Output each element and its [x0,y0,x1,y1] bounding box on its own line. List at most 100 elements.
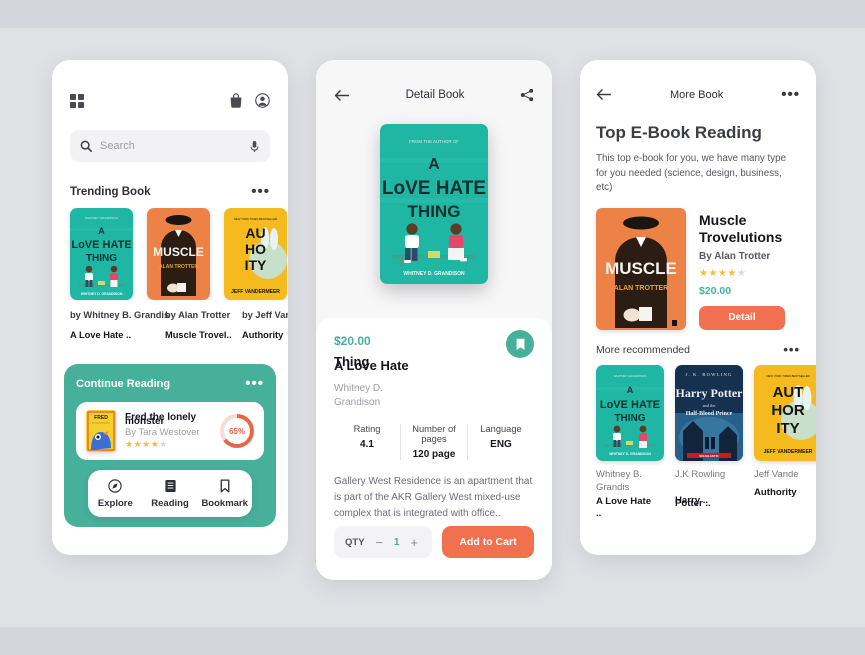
svg-text:AUT: AUT [773,384,804,401]
book-cover-a-love-hate-thing: WHITNEY GRANDISON A LoVE HATE THING WHITNEY … [70,208,133,300]
qty-decrement-button[interactable]: − [372,535,386,550]
search-icon [80,140,92,152]
book-author: Jeff Vande [754,468,799,480]
continue-reading-book-row[interactable]: FRED the lonely monster Fred the lonely m… [76,402,264,460]
phone-screen-more-book: More Book ••• Top E-Book Reading This to… [580,60,816,555]
recommended-title: More recommended [596,343,690,356]
home-topbar [52,60,288,108]
share-icon[interactable] [520,88,534,102]
featured-book-card[interactable]: MUSCLE ALAN TROTTER Muscle Trovelutions B… [596,207,800,330]
detail-title: Detail Book [405,89,465,101]
svg-text:NEW YORK TIMES BESTSELLER: NEW YORK TIMES BESTSELLER [234,217,277,221]
more-horizontal-icon[interactable]: ••• [783,343,800,356]
svg-text:ALAN TROTTER: ALAN TROTTER [614,285,668,292]
trending-label-3: by Jeff Van Authority [242,310,288,340]
featured-book-title: Muscle Trovelutions [699,211,783,245]
nav-item-explore[interactable]: Explore [88,479,143,509]
trending-labels: by Whitney B. Grandis A Love Hate .. by … [52,310,288,352]
author-line2: Grandison [334,397,381,408]
more-book-topbar: More Book ••• [580,60,816,102]
spec-language: Language ENG [467,424,534,460]
svg-text:A: A [627,385,634,395]
book-cover-authority: NEW YORK TIMES BESTSELLER AUT HOR ITY JEFF V… [754,364,816,461]
account-circle-icon[interactable] [255,93,270,108]
svg-text:AU: AU [245,225,265,241]
svg-text:WHITNEY D. GRANDISON: WHITNEY D. GRANDISON [81,292,123,296]
svg-text:SCHOLASTIC: SCHOLASTIC [699,454,719,458]
spec-key: Number of pages [412,424,456,444]
reading-progress-ring: 65% [220,414,254,448]
more-book-title: More Book [670,88,724,101]
spec-key: Language [480,424,522,434]
recommended-book-card[interactable]: NEW YORK TIMES BESTSELLER AUT HOR ITY JEFF V… [754,364,816,518]
book-author: by Jeff Van [242,310,288,320]
qty-label: QTY [345,536,365,548]
arrow-left-icon[interactable] [334,89,350,102]
detail-specs: Rating 4.1 Number of pages 120 page Lang… [334,424,534,460]
more-horizontal-icon[interactable]: ••• [251,184,270,199]
recommended-book-card[interactable]: J. K. ROWLING Harry Potter and the Half-Blo… [675,364,743,518]
quantity-stepper[interactable]: QTY − 1 + [334,526,432,558]
trending-title: Trending Book [70,186,151,198]
page-subtitle: This top e-book for you, we have many ty… [596,153,787,193]
shopping-bag-icon[interactable] [229,93,243,108]
trending-book-card[interactable]: WHITNEY GRANDISON A LoVE HATE THING WHITNEY … [70,208,133,300]
book-title-line2: Potter .. [675,497,711,509]
more-horizontal-icon[interactable]: ••• [245,376,264,391]
spec-rating: Rating 4.1 [334,424,400,460]
book-author: J.K Rowling [675,468,726,480]
svg-text:MUSCLE: MUSCLE [153,245,204,259]
svg-text:LoVE HATE: LoVE HATE [600,399,660,411]
svg-text:A: A [428,156,440,173]
svg-text:THING: THING [408,202,461,221]
nav-label: Explore [97,498,133,509]
recommended-book-list[interactable]: WHITNEY GRANDISON A LoVE HATE THING WHITNEY … [596,364,816,519]
bookmark-icon [515,338,526,351]
nav-label: Bookmark [201,498,248,509]
nav-item-reading[interactable]: Reading [143,479,198,509]
svg-text:THING: THING [86,253,117,264]
book-cover-muscle: MUSCLE ALAN TROTTER [596,207,686,330]
continue-reading-header: Continue Reading ••• [76,376,264,391]
book-title: Authority [242,330,284,340]
trending-book-card[interactable]: MUSCLE ALAN TROTTER [147,208,210,300]
svg-text:FROM THE AUTHOR OF: FROM THE AUTHOR OF [409,139,459,144]
phone-screen-detail: Detail Book FROM THE AUTHOR OF A LoVE HATE… [316,60,552,580]
book-title-line1: Authority [754,486,797,498]
book-cover-authority: NEW YORK TIMES BESTSELLER AU HO ITY JEFF VAN… [224,208,287,300]
arrow-left-icon[interactable] [596,88,612,101]
continue-reading-book-info: Fred the lonely monster By Tara Westover… [125,410,211,452]
svg-text:WHITNEY GRANDISON: WHITNEY GRANDISON [85,216,118,220]
detail-description: Gallery West Residence is an apartment t… [334,476,533,519]
svg-text:MUSCLE: MUSCLE [605,259,677,278]
svg-text:HOR: HOR [771,402,805,419]
qty-value: 1 [393,536,400,548]
trending-book-card[interactable]: NEW YORK TIMES BESTSELLER AU HO ITY JEFF VAN… [224,208,287,300]
detail-price: $20.00 [334,334,371,348]
book-author: By Tara Westover [125,427,200,438]
recommended-book-card[interactable]: WHITNEY GRANDISON A LoVE HATE THING WHITNEY … [596,364,664,519]
more-horizontal-icon[interactable]: ••• [781,87,800,102]
compass-icon [108,479,123,493]
book-cover-a-love-hate-thing[interactable]: FROM THE AUTHOR OF A LoVE HATE THING WHITNEY… [380,124,488,284]
trending-book-list[interactable]: WHITNEY GRANDISON A LoVE HATE THING WHITNEY … [52,208,288,300]
continue-reading-card: Continue Reading ••• FRED the lonely mons… [64,364,276,527]
featured-book-price: $20.00 [699,284,732,297]
svg-text:ITY: ITY [776,420,799,437]
spec-key: Rating [353,424,381,434]
detail-button[interactable]: Detail [699,305,785,330]
search-input[interactable]: Search [70,130,270,162]
qty-increment-button[interactable]: + [407,535,421,550]
svg-text:the lonely monster: the lonely monster [92,422,110,425]
page-title: Top E-Book Reading [596,123,762,142]
book-cover-muscle: MUSCLE ALAN TROTTER [147,208,210,300]
book-title-line2: .. [596,507,602,519]
svg-text:FRED: FRED [94,415,108,421]
book-cover-a-love-hate-thing: WHITNEY GRANDISON A LoVE HATE THING WHITNEY … [596,364,664,461]
add-to-cart-button[interactable]: Add to Cart [442,526,534,558]
grid-icon[interactable] [70,93,84,108]
spec-value: ENG [490,439,512,450]
microphone-icon[interactable] [249,140,260,153]
nav-item-bookmark[interactable]: Bookmark [197,479,252,509]
detail-title-block: Thing A Love Hate [334,354,534,388]
